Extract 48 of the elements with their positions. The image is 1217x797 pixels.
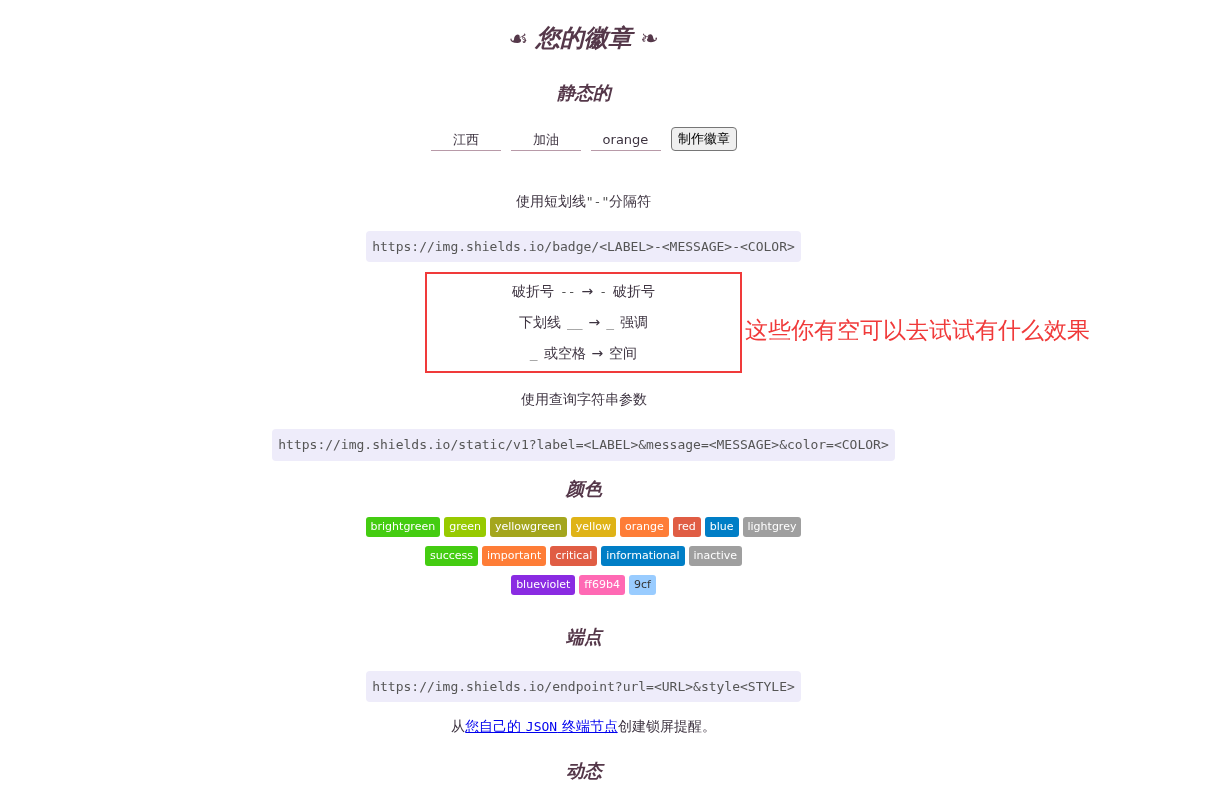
color-badge: blueviolet	[511, 574, 576, 595]
endpoint-link[interactable]: 您自己的 JSON 终端节点	[465, 718, 618, 734]
escape-text: 或空格	[543, 344, 586, 363]
url-code: https://img.shields.io/static/v1?label=<LABEL>&message=<MESSAGE>&color=<COLOR>	[272, 429, 895, 461]
make-badge-button[interactable]: 制作徽章	[670, 127, 737, 151]
url-code: https://img.shields.io/badge/<LABEL>-<MESSAGE>-<COLOR>	[366, 230, 801, 262]
section-heading: 端点	[565, 624, 602, 649]
endpoint-note: 从您自己的 JSON 终端节点创建锁屏提醒。	[451, 717, 716, 736]
annotation-text: 这些你有空可以去试试有什么效果	[745, 316, 1090, 345]
query-note: 使用查询字符串参数	[520, 390, 647, 409]
inline-code: _	[606, 313, 615, 332]
escape-text: 强调	[620, 313, 649, 332]
escape-text: 破折号	[511, 282, 554, 301]
color-badge: yellowgreen	[489, 516, 567, 537]
dash-note: 使用短划线"-"分隔符	[515, 191, 652, 211]
inline-code: -	[599, 282, 608, 301]
color-badge: yellow	[570, 516, 616, 537]
color-badge: critical	[550, 545, 598, 566]
color-badge: orange	[619, 516, 669, 537]
section-heading: 静态的	[556, 81, 611, 105]
color-badge: success	[425, 545, 478, 566]
color-badge: green	[444, 516, 486, 537]
url-code: https://img.shields.io/endpoint?url=<URL>&style<STYLE>	[366, 670, 801, 702]
color-badge: brightgreen	[365, 516, 441, 537]
ornament-icon: ❧	[640, 21, 659, 55]
text-input[interactable]: 江西	[430, 130, 501, 151]
color-badge: lightgrey	[742, 516, 802, 537]
inline-code: --	[559, 282, 576, 301]
escape-text: 下划线	[518, 313, 561, 332]
escape-text: 空间	[609, 344, 638, 363]
color-badge: ff69b4	[579, 574, 625, 595]
color-badge: important	[482, 545, 547, 566]
escape-text: 破折号	[613, 282, 656, 301]
color-badge: inactive	[688, 545, 742, 566]
text-input[interactable]: orange	[590, 130, 661, 151]
escape-text: →	[581, 282, 594, 301]
page-title: 您的徽章	[536, 23, 633, 54]
ornament-icon: ☙	[508, 21, 529, 55]
escape-text: →	[588, 313, 601, 332]
inline-code: _	[529, 344, 538, 363]
color-badge: informational	[601, 545, 685, 566]
inline-code: __	[566, 313, 583, 332]
section-heading: 颜色	[565, 476, 602, 501]
color-badge: red	[672, 516, 701, 537]
color-badge: blue	[704, 516, 739, 537]
text-input[interactable]: 加油	[510, 130, 581, 151]
color-badge: 9cf	[628, 574, 656, 595]
escape-text: →	[591, 344, 604, 363]
